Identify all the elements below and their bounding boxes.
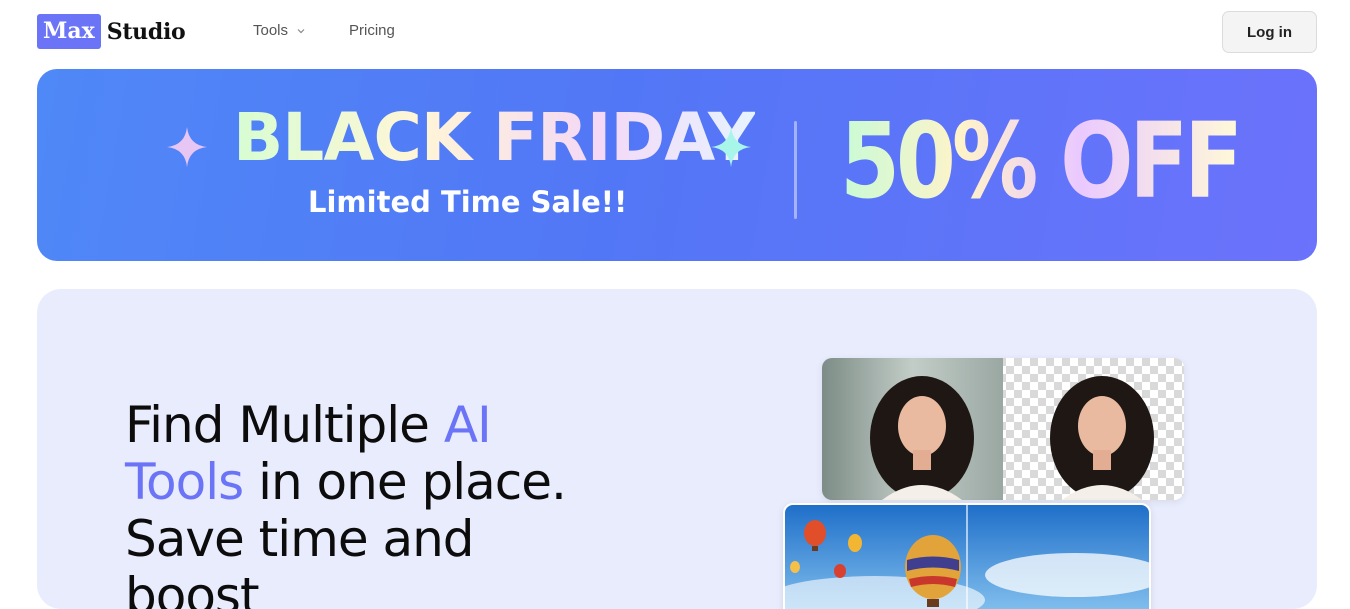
sparkle-icon [167,127,207,167]
nav-pricing-link[interactable]: Pricing [349,22,395,39]
hero-heading: Find Multiple AI Tools in one place. Sav… [125,397,685,609]
top-nav: Max Studio Tools Pricing Log in [0,0,1350,64]
sky-replacement-image [783,503,1151,609]
nav-tools-menu[interactable]: Tools [253,22,306,39]
portrait-transparent-bg-icon [822,358,1184,500]
background-remover-image [822,358,1184,500]
banner-divider [794,121,797,219]
black-friday-banner[interactable]: BLACK FRIDAY Limited Time Sale!! 50% OFF [37,69,1317,261]
hero-heading-accent: Tools [125,453,244,511]
hero-heading-text: Find Multiple [125,396,444,454]
logo-wordmark: Studio [106,18,186,45]
hot-air-balloons-icon [785,505,1149,609]
nav-tools-label: Tools [253,22,289,39]
login-button[interactable]: Log in [1222,11,1317,53]
logo-mark: Max [37,14,101,49]
banner-offer: 50% OFF [840,100,1243,222]
hero-heading-text: boost [125,567,260,609]
hero-heading-accent: AI [443,396,492,454]
banner-title: BLACK FRIDAY [233,99,756,176]
hero-heading-text: Save time and [125,510,475,568]
hero-heading-text: in one place. [243,453,567,511]
chevron-down-icon [297,28,305,33]
banner-subtitle: Limited Time Sale!! [308,185,628,219]
hero-section: Find Multiple AI Tools in one place. Sav… [37,289,1317,609]
nav-pricing-label: Pricing [349,22,395,39]
max-studio-logo[interactable]: Max Studio [37,14,186,49]
sparkle-icon [711,127,751,167]
